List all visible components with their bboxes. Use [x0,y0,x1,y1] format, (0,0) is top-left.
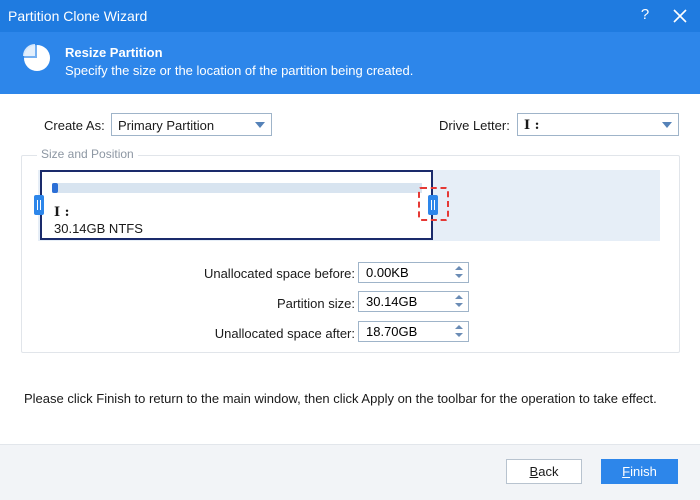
unallocated-before-label: Unallocated space before: [203,266,355,281]
spin-down-icon[interactable] [455,303,463,307]
back-label: ack [538,464,559,479]
partition-size-input[interactable] [359,292,449,311]
spin-up-icon[interactable] [455,295,463,299]
create-as-value: Primary Partition [118,118,215,133]
unallocated-before-spinner[interactable] [358,262,469,283]
spin-down-icon[interactable] [455,333,463,337]
create-as-select[interactable]: Primary Partition [111,113,272,136]
finish-mnemonic: F [622,464,631,479]
spin-up-icon[interactable] [455,325,463,329]
chevron-down-icon [662,122,672,128]
highlight-box [418,187,449,221]
back-mnemonic: B [529,464,539,479]
partition-letter: I : [54,205,70,220]
instruction-text: Please click Finish to return to the mai… [24,391,657,406]
drive-letter-select[interactable]: I : [517,113,679,136]
spin-up-icon[interactable] [455,266,463,270]
title-bar: Partition Clone Wizard ? [0,0,700,32]
back-button[interactable]: Back [506,459,582,484]
finish-button[interactable]: Finish [601,459,678,484]
unallocated-after-input[interactable] [359,322,449,341]
partition-size-label: Partition size: [276,296,355,311]
close-icon[interactable] [672,8,688,24]
drive-letter-value: I : [524,118,540,133]
usage-fill [52,183,58,193]
usage-bar [52,183,422,193]
create-as-label: Create As: [44,118,105,133]
page-title: Resize Partition [65,45,163,60]
pie-chart-icon [23,44,50,71]
unallocated-after-label: Unallocated space after: [214,326,355,341]
size-position-label: Size and Position [37,147,138,161]
page-subtitle: Specify the size or the location of the … [65,63,414,78]
unallocated-after-spinner[interactable] [358,321,469,342]
finish-label: inish [630,464,657,479]
wizard-header: Resize Partition Specify the size or the… [0,32,700,94]
unallocated-before-input[interactable] [359,263,449,282]
partition-size-spinner[interactable] [358,291,469,312]
window-title: Partition Clone Wizard [8,8,148,24]
chevron-down-icon [255,122,265,128]
left-resize-handle[interactable] [34,195,44,215]
drive-letter-label: Drive Letter: [439,118,510,133]
spin-down-icon[interactable] [455,274,463,278]
partition-info: 30.14GB NTFS [54,221,143,236]
footer-bar [0,444,700,500]
help-button[interactable]: ? [637,6,653,26]
